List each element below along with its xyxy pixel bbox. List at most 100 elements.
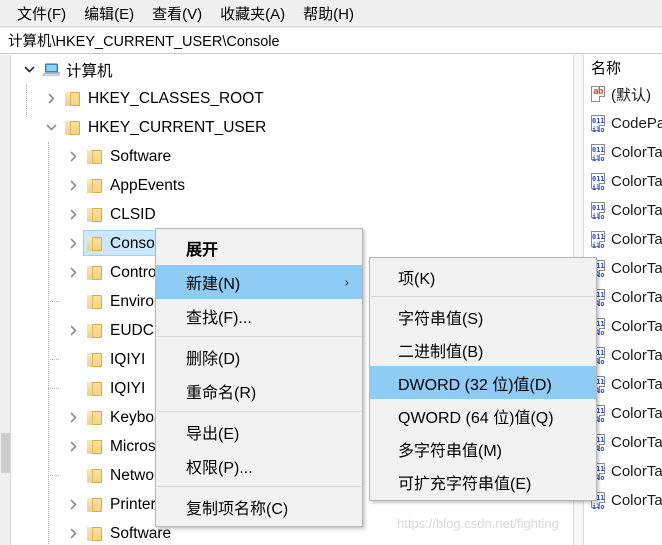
chevron-right-icon[interactable] [65, 526, 81, 542]
submenu-item-label: 二进制值(B) [398, 343, 484, 361]
submenu-string-value[interactable]: 字符串值(S) [370, 300, 596, 333]
tree-item[interactable]: Software [11, 142, 573, 171]
menu-help[interactable]: 帮助(H) [294, 1, 363, 26]
menu-favorites[interactable]: 收藏夹(A) [211, 1, 294, 26]
binary-value-icon: 011 ilo [591, 202, 605, 221]
folder-icon [64, 120, 82, 136]
folder-icon [86, 468, 104, 484]
folder-icon [86, 410, 104, 426]
submenu-item-label: 字符串值(S) [398, 310, 484, 328]
value-name: ColorTable05 [611, 289, 662, 306]
value-row[interactable]: 011ilo ColorTable03 [585, 225, 662, 254]
tree-horizontal-scrollbar[interactable] [0, 55, 11, 545]
menu-item-label: 删除(D) [186, 351, 241, 368]
tree-item-label: Software [110, 524, 172, 542]
submenu-key[interactable]: 项(K) [370, 260, 596, 293]
menu-bar: 文件(F) 编辑(E) 查看(V) 收藏夹(A) 帮助(H) [0, 0, 662, 27]
tree-item-label: Software [110, 147, 172, 165]
ctx-copy-key-name[interactable]: 复制项名称(C) [156, 490, 362, 524]
chevron-right-icon: › [344, 274, 349, 290]
submenu-expandable-string[interactable]: 可扩充字符串值(E) [370, 465, 596, 498]
submenu-multi-string[interactable]: 多字符串值(M) [370, 432, 596, 465]
chevron-right-icon[interactable] [65, 207, 81, 223]
computer-icon [42, 62, 60, 78]
address-bar[interactable]: 计算机\HKEY_CURRENT_USER\Console [0, 27, 662, 54]
value-name: ColorTable08 [611, 376, 662, 393]
ctx-new[interactable]: 新建(N) › [156, 265, 362, 299]
ctx-export[interactable]: 导出(E) [156, 415, 362, 449]
submenu-qword-value[interactable]: QWORD (64 位)值(Q) [370, 399, 596, 432]
tree-item[interactable]: CLSID [11, 200, 573, 229]
tree-item-label: HKEY_CURRENT_USER [88, 118, 267, 136]
value-name: CodePage [611, 115, 662, 132]
submenu-dword-value[interactable]: DWORD (32 位)值(D) [370, 366, 596, 399]
value-row[interactable]: 011ilo ColorTable02 [585, 196, 662, 225]
ctx-separator-1 [157, 336, 361, 337]
folder-icon [86, 294, 104, 310]
chevron-right-icon[interactable] [65, 439, 81, 455]
ctx-separator-3 [157, 486, 361, 487]
chevron-right-icon[interactable] [65, 265, 81, 281]
string-value-icon: ab [590, 86, 607, 103]
tree-item-label: CLSID [110, 205, 156, 223]
context-menu[interactable]: 展开 新建(N) › 查找(F)... 删除(D) 重命名(R) 导出(E) 权限(P)...… [155, 228, 363, 527]
values-column-header[interactable]: 名称 [585, 55, 662, 80]
chevron-down-icon[interactable] [21, 62, 37, 78]
folder-icon [86, 381, 104, 397]
folder-icon [86, 207, 104, 223]
ctx-find[interactable]: 查找(F)... [156, 299, 362, 333]
ctx-rename[interactable]: 重命名(R) [156, 374, 362, 408]
ctx-separator-2 [157, 411, 361, 412]
tree-item-label: AppEvents [110, 176, 185, 194]
menu-edit[interactable]: 编辑(E) [75, 1, 143, 26]
tree-item[interactable]: 计算机 [11, 55, 573, 84]
value-name: ColorTable04 [611, 260, 662, 277]
value-row[interactable]: 011ilo ColorTable01 [585, 167, 662, 196]
submenu-separator-1 [371, 296, 595, 297]
tree-scrollbar-thumb[interactable] [1, 433, 10, 473]
value-row[interactable]: ab (默认) [585, 80, 662, 109]
value-name: ColorTable06 [611, 318, 662, 335]
folder-icon [86, 526, 104, 542]
menu-view[interactable]: 查看(V) [143, 1, 211, 26]
ctx-expand[interactable]: 展开 [156, 231, 362, 265]
address-path: 计算机\HKEY_CURRENT_USER\Console [8, 34, 280, 50]
tree-item-label: 计算机 [66, 62, 113, 80]
chevron-right-icon[interactable] [65, 323, 81, 339]
binary-value-icon: 011 ilo [591, 115, 605, 134]
folder-icon [86, 236, 104, 252]
submenu-item-label: QWORD (64 位)值(Q) [398, 409, 554, 427]
ctx-delete[interactable]: 删除(D) [156, 340, 362, 374]
chevron-right-icon[interactable] [65, 410, 81, 426]
submenu-binary-value[interactable]: 二进制值(B) [370, 333, 596, 366]
tree-item[interactable]: HKEY_CURRENT_USER [11, 113, 573, 142]
tree-item[interactable]: AppEvents [11, 171, 573, 200]
chevron-right-icon[interactable] [43, 91, 59, 107]
context-submenu-new[interactable]: 项(K) 字符串值(S) 二进制值(B) DWORD (32 位)值(D) QWORD … [369, 257, 597, 501]
ctx-permissions[interactable]: 权限(P)... [156, 449, 362, 483]
tree-item-label: IQIYI [110, 379, 146, 397]
submenu-item-label: DWORD (32 位)值(D) [398, 376, 552, 394]
folder-icon [86, 178, 104, 194]
value-name: ColorTable02 [611, 202, 662, 219]
binary-value-icon: 011 ilo [591, 231, 605, 250]
folder-icon [86, 439, 104, 455]
value-name: ColorTable01 [611, 173, 662, 190]
binary-value-icon: 011 ilo [591, 144, 605, 163]
submenu-item-label: 可扩充字符串值(E) [398, 475, 532, 493]
value-row[interactable]: 011ilo CodePage [585, 109, 662, 138]
tree-item[interactable]: HKEY_CLASSES_ROOT [11, 84, 573, 113]
chevron-right-icon[interactable] [65, 178, 81, 194]
chevron-right-icon[interactable] [65, 236, 81, 252]
tree-item-label: IQIYI [110, 350, 146, 368]
chevron-right-icon[interactable] [65, 497, 81, 513]
chevron-down-icon[interactable] [43, 120, 59, 136]
menu-file[interactable]: 文件(F) [8, 1, 75, 26]
folder-icon [86, 323, 104, 339]
chevron-right-icon[interactable] [65, 149, 81, 165]
value-name: ColorTable00 [611, 144, 662, 161]
folder-icon [86, 149, 104, 165]
value-row[interactable]: 011ilo ColorTable00 [585, 138, 662, 167]
